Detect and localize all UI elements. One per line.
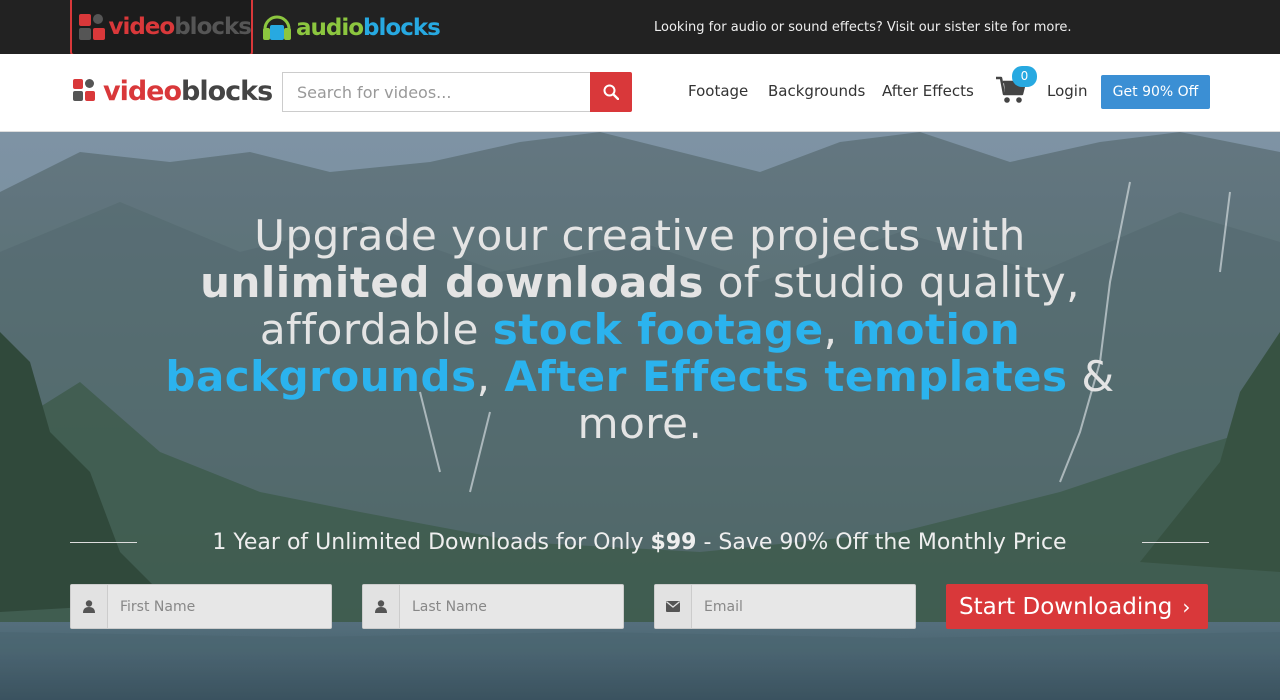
cart-count-badge: 0	[1012, 66, 1037, 87]
get-90-off-button[interactable]: Get 90% Off	[1101, 75, 1210, 109]
nav-backgrounds[interactable]: Backgrounds	[768, 82, 865, 100]
logo-wordmark: videoblocks	[103, 76, 273, 107]
first-name-field	[70, 584, 332, 629]
user-icon	[363, 585, 400, 628]
email-input[interactable]	[692, 585, 915, 628]
site-logo[interactable]: videoblocks	[73, 76, 273, 107]
nav-after-effects[interactable]: After Effects	[882, 82, 974, 100]
search-bar	[282, 72, 632, 112]
videoblocks-logo-icon	[73, 78, 99, 105]
hero-section: Upgrade your creative projects with unli…	[0, 132, 1280, 700]
offer-banner: 1 Year of Unlimited Downloads for Only $…	[70, 530, 1209, 555]
headline-unlimited-downloads: unlimited downloads	[200, 258, 704, 307]
chevron-right-icon: ›	[1182, 594, 1191, 619]
headline-link-stock-footage[interactable]: stock footage	[493, 305, 824, 354]
sister-site-message[interactable]: Looking for audio or sound effects? Visi…	[654, 20, 1072, 35]
email-field	[654, 584, 916, 629]
videoblocks-wordmark: videoblocks	[108, 14, 252, 40]
nav-footage[interactable]: Footage	[688, 82, 748, 100]
first-name-input[interactable]	[108, 585, 331, 628]
search-input[interactable]	[282, 72, 591, 112]
audioblocks-site-tab[interactable]: audioblocks	[262, 0, 441, 56]
main-header: videoblocks Footage Backgrounds After Ef…	[0, 54, 1280, 132]
audioblocks-headphones-icon	[262, 14, 292, 42]
offer-text: 1 Year of Unlimited Downloads for Only $…	[212, 530, 1067, 555]
hero-headline: Upgrade your creative projects with unli…	[165, 211, 1115, 448]
offer-rule-right	[1142, 542, 1209, 543]
start-downloading-button[interactable]: Start Downloading ›	[946, 584, 1208, 629]
sister-site-bar: videoblocks audioblocks Looking for audi…	[0, 0, 1280, 56]
envelope-icon	[655, 585, 692, 628]
offer-price: $99	[650, 530, 697, 555]
start-downloading-label: Start Downloading	[959, 593, 1173, 620]
offer-rule-left	[70, 542, 137, 543]
videoblocks-site-tab[interactable]: videoblocks	[70, 0, 253, 56]
last-name-field	[362, 584, 624, 629]
videoblocks-logo-icon	[79, 12, 105, 42]
search-button[interactable]	[590, 72, 632, 112]
user-icon	[71, 585, 108, 628]
search-icon	[603, 84, 620, 100]
audioblocks-wordmark: audioblocks	[296, 15, 441, 41]
headline-link-after-effects-templates[interactable]: After Effects templates	[504, 352, 1067, 401]
login-link[interactable]: Login	[1047, 82, 1087, 100]
last-name-input[interactable]	[400, 585, 623, 628]
